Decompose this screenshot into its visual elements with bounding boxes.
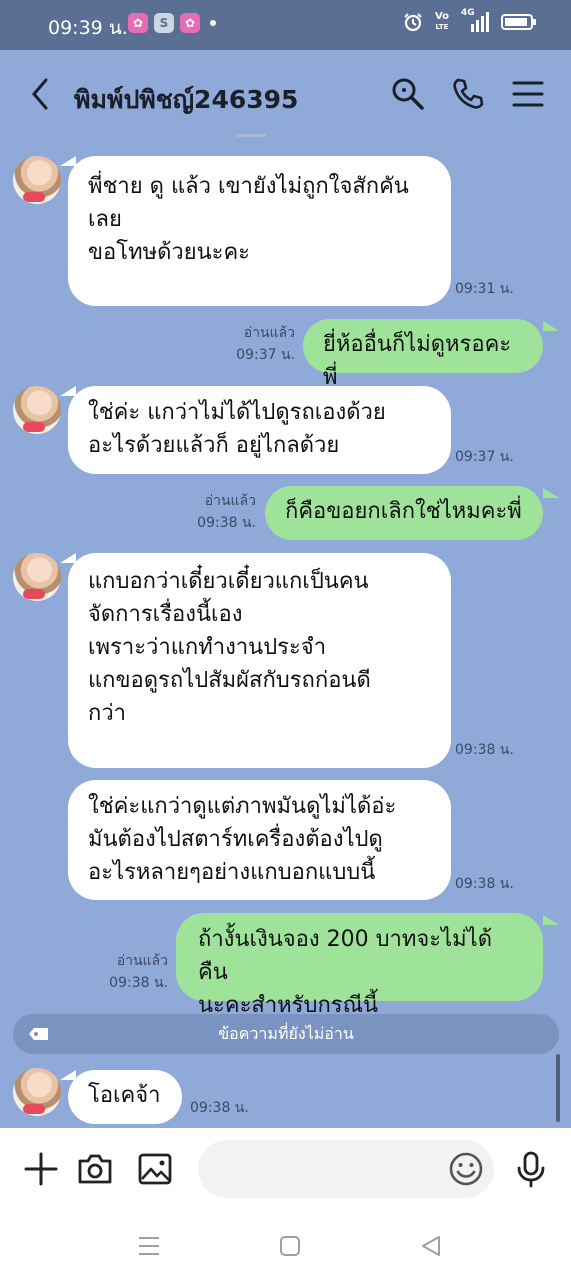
message-bubble-incoming[interactable]: ใช่ค่ะแกว่าดูแต่ภาพมันดูไม่ได้อ่ะ มันต้อ…: [68, 780, 451, 900]
avatar[interactable]: [13, 553, 61, 601]
message-time: 09:38 น.: [455, 742, 514, 758]
message-meta: อ่านแล้ว 09:37 น.: [225, 322, 295, 366]
unread-divider: ข้อความที่ยังไม่อ่าน: [13, 1014, 559, 1054]
signal-icon: 4G: [461, 8, 489, 32]
emoji-icon[interactable]: [447, 1150, 485, 1188]
bubble-tail: [60, 553, 76, 563]
notification-icons: ✿ S ✿: [128, 13, 216, 33]
status-bar: 09:39 น. ✿ S ✿ Vo LTE 4G: [0, 0, 571, 50]
read-receipt: อ่านแล้ว: [204, 493, 256, 509]
phone-icon[interactable]: [450, 76, 486, 112]
message-bubble-incoming[interactable]: แกบอกว่าเดี๋ยวเดี๋ยวแกเป็นคน จัดการเรื่อ…: [68, 553, 451, 768]
chat-messages[interactable]: พี่ชาย ดู แล้ว เขายังไม่ถูกใจสักคัน เลย …: [0, 134, 571, 1128]
message-bubble-outgoing[interactable]: ก็คือขอยกเลิกใช่ไหมคะพี่: [265, 486, 543, 540]
image-icon[interactable]: [136, 1150, 174, 1188]
message-time: 09:31 น.: [455, 281, 514, 297]
avatar[interactable]: [13, 1068, 61, 1116]
bubble-tail: [60, 386, 76, 396]
bubble-tail: [60, 156, 76, 166]
microphone-icon[interactable]: [512, 1150, 550, 1188]
system-nav-bar: [0, 1210, 571, 1280]
bubble-tail: [543, 488, 559, 498]
message-bubble-incoming[interactable]: โอเคจ้า: [68, 1070, 182, 1124]
message-time: 09:38 น.: [197, 515, 256, 531]
alarm-icon: [404, 13, 422, 32]
more-notifications-dot: [210, 20, 216, 26]
message-time: 09:37 น.: [236, 347, 295, 363]
message-time: 09:38 น.: [109, 975, 168, 991]
search-icon[interactable]: [390, 76, 426, 112]
chat-header: พิมพ์ปพิชญ์246395: [0, 50, 571, 138]
system-indicators: Vo LTE 4G: [403, 8, 537, 32]
message-meta: อ่านแล้ว 09:38 น.: [186, 490, 256, 534]
back-nav-icon[interactable]: [419, 1234, 443, 1258]
bubble-tail: [543, 915, 559, 925]
home-icon[interactable]: [278, 1234, 302, 1258]
message-bubble-outgoing[interactable]: ยี่ห้ออื่นก็ไม่ดูหรอคะพี่: [303, 319, 543, 390]
bubble-tail: [543, 321, 559, 331]
message-bubble-incoming[interactable]: พี่ชาย ดู แล้ว เขายังไม่ถูกใจสักคัน เลย …: [68, 156, 451, 306]
message-meta: อ่านแล้ว 09:38 น.: [98, 950, 168, 994]
tag-icon: [29, 1028, 48, 1040]
message-time: 09:37 น.: [455, 449, 514, 465]
read-receipt: อ่านแล้ว: [116, 953, 168, 969]
app-notification-icon: ✿: [180, 13, 200, 33]
chevron-left-icon[interactable]: [26, 76, 56, 112]
s-app-icon: S: [154, 13, 174, 33]
app-notification-icon: ✿: [128, 13, 148, 33]
message-bubble-incoming[interactable]: ใช่ค่ะ แกว่าไม่ได้ไปดูรถเองด้วย อะไรด้วย…: [68, 386, 451, 474]
avatar[interactable]: [13, 386, 61, 434]
message-bubble-outgoing[interactable]: ถ้างั้นเงินจอง 200 บาทจะไม่ได้คืน นะคะสำ…: [176, 913, 543, 1018]
message-time: 09:38 น.: [455, 876, 514, 892]
menu-icon[interactable]: [510, 76, 546, 112]
battery-icon: [501, 14, 536, 30]
message-composer: [0, 1128, 571, 1210]
volte-indicator: Vo LTE: [434, 11, 449, 32]
message-time: 09:38 น.: [190, 1100, 249, 1116]
unread-label: ข้อความที่ยังไม่อ่าน: [218, 1024, 354, 1043]
status-time: 09:39 น.: [48, 17, 128, 39]
scroll-indicator: [236, 134, 266, 137]
read-receipt: อ่านแล้ว: [243, 325, 295, 341]
avatar[interactable]: [13, 156, 61, 204]
plus-icon[interactable]: [22, 1150, 60, 1188]
camera-icon[interactable]: [76, 1150, 114, 1188]
scrollbar[interactable]: [556, 1054, 560, 1122]
chat-title: พิมพ์ปพิชญ์246395: [74, 85, 299, 114]
recent-apps-icon[interactable]: [137, 1234, 161, 1258]
